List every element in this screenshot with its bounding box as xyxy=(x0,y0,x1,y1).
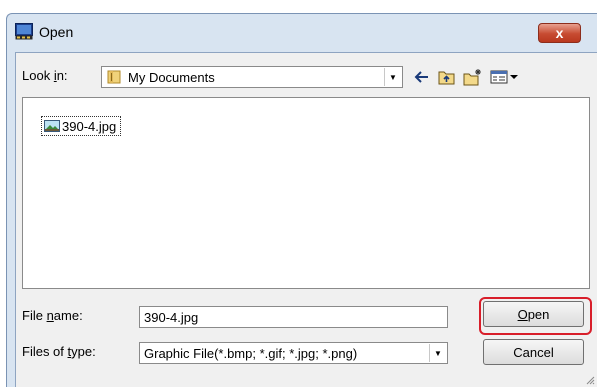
close-button[interactable]: x xyxy=(538,23,581,43)
dialog-body: Look in: My Documents ▼ 390-4.jpg File n… xyxy=(15,52,597,387)
file-name-value: 390-4.jpg xyxy=(144,310,199,325)
folder-icon xyxy=(107,70,121,84)
open-button-label: Open xyxy=(517,306,550,322)
window-title: Open xyxy=(39,24,74,40)
image-file-icon xyxy=(44,120,60,132)
file-name-input[interactable]: 390-4.jpg xyxy=(139,306,448,328)
close-icon: x xyxy=(555,25,564,41)
view-menu-button[interactable] xyxy=(488,66,522,88)
open-dialog: Open x Look in: My Documents ▼ 390-4.jpg… xyxy=(6,13,597,387)
new-folder-button[interactable] xyxy=(462,66,484,88)
look-in-dropdown[interactable]: My Documents ▼ xyxy=(101,66,403,88)
look-in-label: Look in: xyxy=(22,68,68,83)
title-bar: Open x xyxy=(7,14,597,52)
look-in-value: My Documents xyxy=(128,70,215,85)
cancel-button[interactable]: Cancel xyxy=(483,339,584,365)
up-folder-icon xyxy=(438,71,455,85)
view-menu-icon xyxy=(490,70,518,84)
file-list[interactable]: 390-4.jpg xyxy=(22,97,590,289)
cancel-button-label: Cancel xyxy=(513,344,554,360)
chevron-down-icon[interactable]: ▼ xyxy=(429,344,446,362)
back-arrow-icon xyxy=(414,71,428,83)
file-name: 390-4.jpg xyxy=(62,118,117,134)
file-name-label: File name: xyxy=(22,308,83,323)
back-button[interactable] xyxy=(411,66,433,88)
open-button[interactable]: Open xyxy=(483,301,584,327)
resize-grip-icon[interactable] xyxy=(585,375,595,385)
new-folder-icon xyxy=(463,69,481,86)
file-type-value: Graphic File(*.bmp; *.gif; *.jpg; *.png) xyxy=(144,346,358,361)
file-type-dropdown[interactable]: Graphic File(*.bmp; *.gif; *.jpg; *.png)… xyxy=(139,342,448,364)
list-item[interactable]: 390-4.jpg xyxy=(41,116,122,136)
chevron-down-icon[interactable]: ▼ xyxy=(384,68,401,86)
files-of-type-label: Files of type: xyxy=(22,344,96,359)
up-folder-button[interactable] xyxy=(436,66,458,88)
window-app-icon xyxy=(15,23,33,40)
